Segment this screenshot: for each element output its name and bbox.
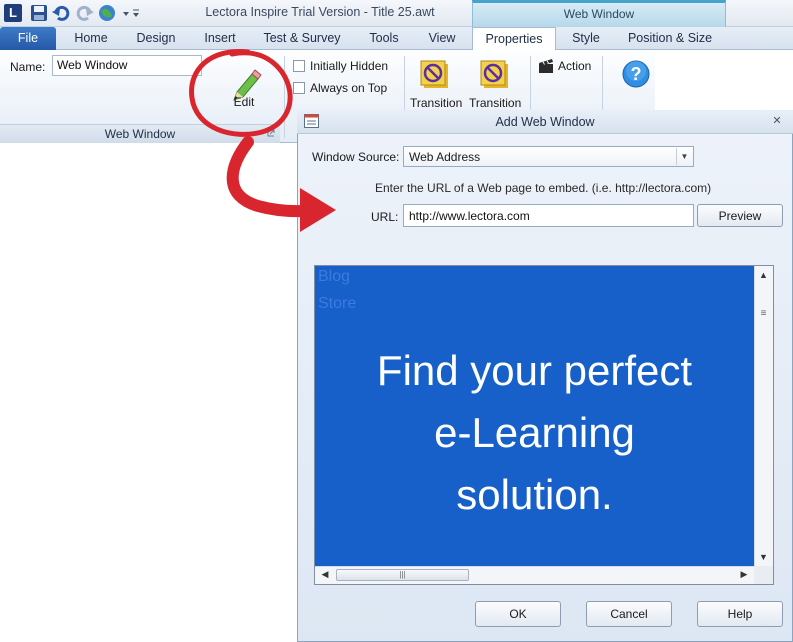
dialog-launcher-icon[interactable] — [266, 128, 276, 138]
svg-text:?: ? — [631, 64, 642, 84]
preview-link-store[interactable]: Store — [318, 295, 356, 313]
url-hint-text: Enter the URL of a Web page to embed. (i… — [375, 181, 712, 195]
name-input[interactable]: Web Window — [52, 55, 202, 76]
preview-link-blog[interactable]: Blog — [318, 268, 350, 286]
scroll-up-icon[interactable]: ▲ — [756, 270, 771, 280]
transition-in-label: Transition — [410, 96, 463, 110]
initially-hidden-label: Initially Hidden — [310, 59, 389, 73]
window-source-label: Window Source: — [312, 150, 400, 164]
scroll-right-icon[interactable]: ▶ — [738, 569, 750, 580]
ribbon-divider — [284, 56, 285, 138]
preview-button[interactable]: Preview — [697, 204, 783, 227]
preview-hero-text: Find your perfect e-Learning solution. — [315, 340, 754, 526]
tab-test-survey[interactable]: Test & Survey — [252, 27, 352, 50]
horizontal-scroll-thumb[interactable]: ||| — [336, 569, 469, 581]
edit-label: Edit — [233, 95, 255, 109]
transition-in-icon[interactable] — [420, 60, 450, 90]
scroll-left-icon[interactable]: ◀ — [319, 569, 331, 580]
hero-line: Find your perfect — [376, 347, 693, 394]
help-icon[interactable]: ? — [622, 60, 650, 88]
name-label: Name: — [10, 60, 46, 74]
action-label[interactable]: Action — [558, 59, 591, 73]
cancel-button[interactable]: Cancel — [586, 601, 672, 627]
tab-file[interactable]: File — [0, 27, 56, 50]
tab-design[interactable]: Design — [124, 27, 188, 50]
scroll-grip-icon[interactable]: ≡ — [755, 308, 772, 320]
hero-line: e-Learning — [434, 409, 635, 456]
hero-line: solution. — [456, 471, 613, 518]
dialog-title: Add Web Window — [495, 115, 595, 129]
tab-properties[interactable]: Properties — [472, 27, 556, 51]
always-on-top-checkbox[interactable] — [293, 82, 305, 94]
tab-style[interactable]: Style — [560, 27, 612, 50]
close-icon[interactable]: ✕ — [770, 114, 784, 128]
transition-out-icon[interactable] — [480, 60, 510, 90]
tab-tools[interactable]: Tools — [358, 27, 410, 50]
url-input[interactable]: http://www.lectora.com — [403, 204, 694, 227]
tab-home[interactable]: Home — [62, 27, 120, 50]
transition-out-label: Transition — [469, 96, 522, 110]
tab-insert[interactable]: Insert — [192, 27, 248, 50]
chevron-down-icon[interactable]: ▼ — [676, 148, 692, 165]
url-label: URL: — [371, 210, 399, 224]
window-source-select[interactable]: Web Address — [403, 146, 694, 167]
help-button[interactable]: Help — [697, 601, 783, 627]
clapperboard-icon[interactable] — [538, 58, 554, 74]
tab-view[interactable]: View — [416, 27, 468, 50]
group-label-web-window: Web Window — [0, 124, 280, 143]
tab-position-size[interactable]: Position & Size — [618, 27, 722, 50]
initially-hidden-checkbox[interactable] — [293, 60, 305, 72]
ok-button[interactable]: OK — [475, 601, 561, 627]
scroll-down-icon[interactable]: ▼ — [756, 552, 771, 562]
contextual-tab-title: Web Window — [472, 0, 726, 27]
always-on-top-label: Always on Top — [310, 81, 388, 95]
scrollbar-corner — [754, 566, 773, 584]
